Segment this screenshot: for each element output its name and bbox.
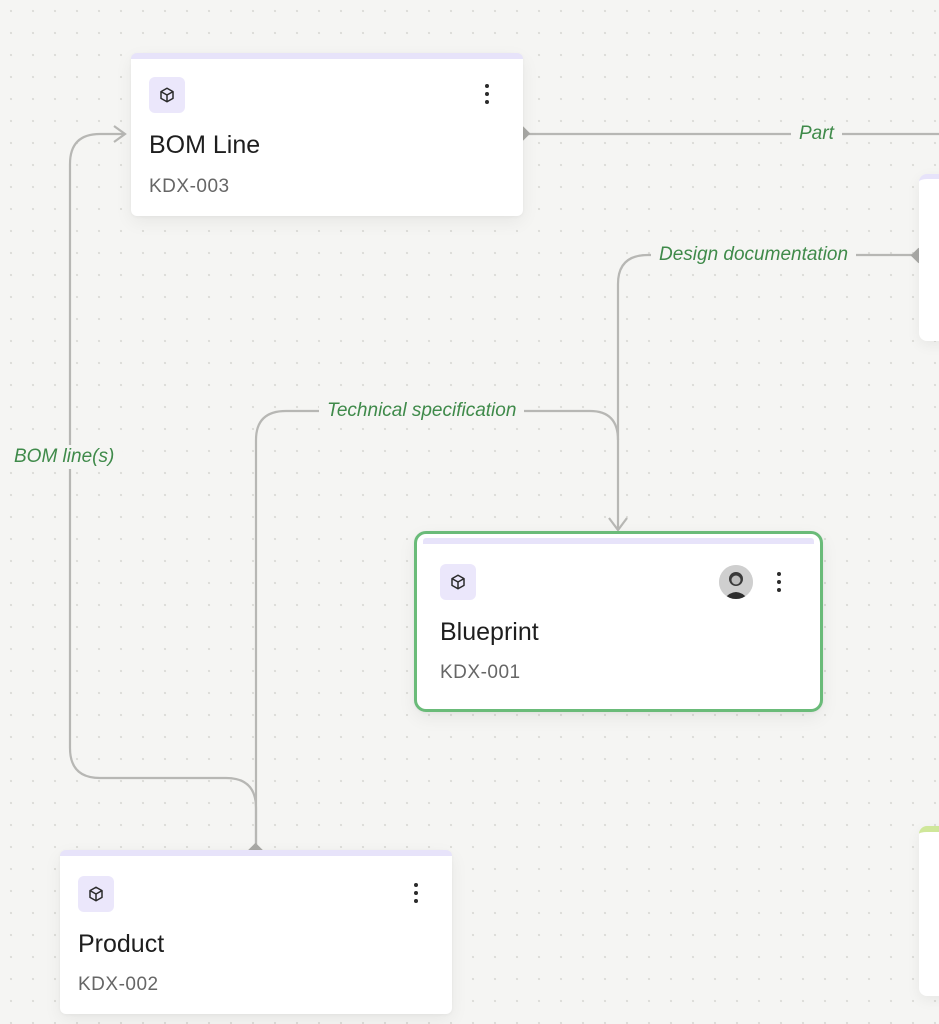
partial-node-bottom-right[interactable] bbox=[919, 826, 939, 996]
edge-label-part: Part bbox=[791, 122, 842, 146]
edge-label-design-documentation: Design documentation bbox=[651, 243, 857, 267]
more-vertical-icon[interactable] bbox=[769, 567, 789, 597]
node-id: KDX-001 bbox=[440, 662, 521, 683]
more-vertical-icon[interactable] bbox=[406, 878, 426, 908]
cube-icon bbox=[149, 77, 185, 113]
cube-icon bbox=[78, 876, 114, 912]
edge-bom-lines bbox=[68, 132, 258, 850]
node-blueprint[interactable]: Blueprint KDX-001 bbox=[414, 531, 823, 712]
partial-node-top-right[interactable] bbox=[919, 174, 939, 341]
edge-design-documentation bbox=[616, 253, 918, 440]
edge-label-bom-lines: BOM line(s) bbox=[6, 445, 123, 469]
node-accent-bar bbox=[423, 538, 814, 544]
user-avatar[interactable] bbox=[719, 565, 753, 599]
cube-icon bbox=[440, 564, 476, 600]
node-product[interactable]: Product KDX-002 bbox=[60, 850, 452, 1014]
edge-label-technical-specification: Technical specification bbox=[319, 399, 525, 423]
node-id: KDX-002 bbox=[78, 974, 159, 995]
node-title: BOM Line bbox=[149, 131, 261, 159]
node-id: KDX-003 bbox=[149, 176, 230, 197]
node-title: Product bbox=[78, 930, 165, 958]
node-bom-line[interactable]: BOM Line KDX-003 bbox=[131, 53, 523, 216]
more-vertical-icon[interactable] bbox=[477, 79, 497, 109]
node-title: Blueprint bbox=[440, 618, 539, 646]
